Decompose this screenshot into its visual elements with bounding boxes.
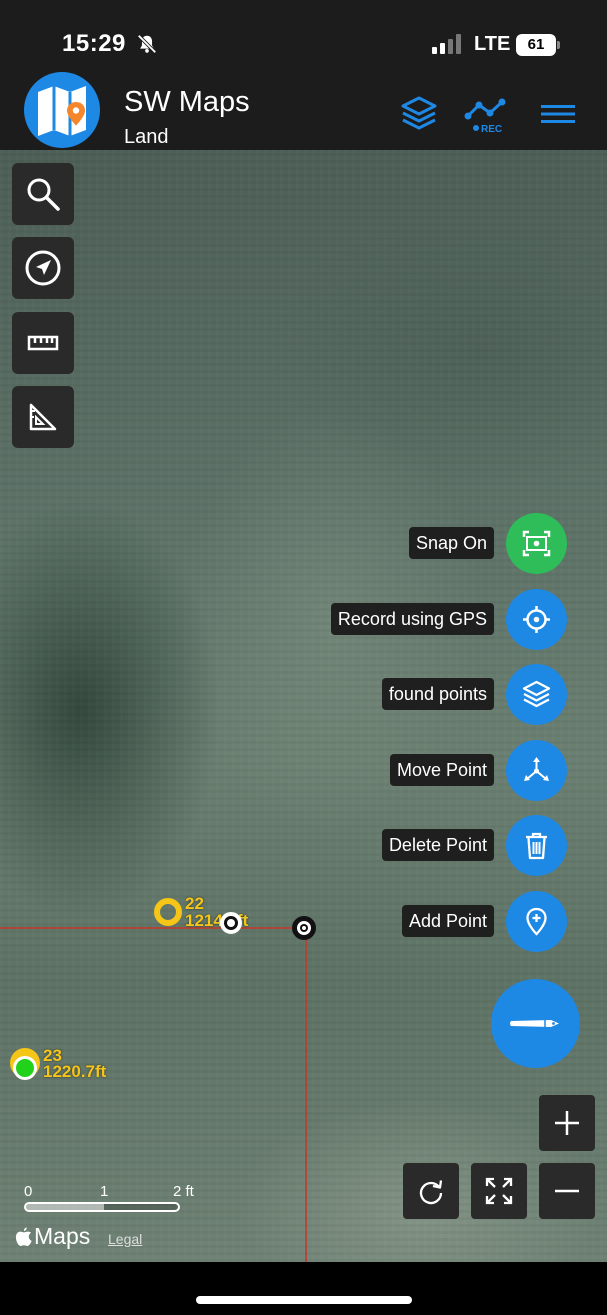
maps-brand-text: Maps — [34, 1223, 91, 1249]
battery-icon: 61 — [516, 34, 560, 56]
navigation-arrow-icon — [25, 250, 61, 286]
track-rec-icon: REC — [464, 98, 506, 135]
legal-link[interactable]: Legal — [108, 1231, 142, 1247]
crosshair-icon — [523, 606, 550, 633]
scale-tick: 0 — [24, 1183, 33, 1200]
scale-track — [24, 1202, 180, 1212]
gps-location-marker — [13, 1056, 37, 1080]
snap-label[interactable]: Snap On — [408, 527, 494, 559]
measure-area-button[interactable] — [12, 386, 74, 448]
vertex-marker[interactable] — [220, 912, 242, 934]
apple-maps-attribution: Maps — [15, 1223, 90, 1250]
delete-point-button[interactable] — [506, 815, 567, 876]
app-title: SW Maps — [124, 86, 250, 118]
menu-button[interactable] — [541, 94, 577, 134]
zoom-in-button[interactable] — [539, 1095, 595, 1151]
move-point-label[interactable]: Move Point — [389, 754, 494, 786]
status-bar: 15:29 LTE 61 — [0, 0, 607, 70]
battery-level: 61 — [516, 34, 556, 56]
signal-strength-icon — [432, 34, 461, 54]
measure-distance-button[interactable] — [12, 312, 74, 374]
home-bar — [0, 1262, 607, 1315]
map-point-23-elevation: 1220.7ft — [43, 1062, 107, 1081]
silent-bell-icon — [137, 34, 157, 54]
vertex-marker[interactable] — [292, 916, 316, 940]
found-points-layer-button[interactable] — [506, 664, 567, 725]
delete-point-label[interactable]: Delete Point — [381, 829, 494, 861]
move-point-button[interactable] — [506, 740, 567, 801]
zoom-out-button[interactable] — [539, 1163, 595, 1219]
map-view[interactable]: Snap On Record using GPS found points Mo… — [0, 150, 607, 1262]
layers-button[interactable] — [399, 94, 439, 134]
add-point-label[interactable]: Add Point — [401, 905, 494, 937]
found-points-label[interactable]: found points — [381, 678, 494, 710]
rotate-icon — [419, 1180, 443, 1205]
minus-icon — [555, 1189, 579, 1193]
pencil-icon — [510, 1020, 559, 1027]
trash-icon — [526, 832, 547, 860]
rotate-button[interactable] — [403, 1163, 459, 1219]
plus-icon — [555, 1111, 579, 1135]
parcel-boundary — [305, 927, 307, 1262]
snap-button[interactable] — [506, 513, 567, 574]
set-square-icon — [29, 403, 57, 431]
rec-badge: REC — [481, 124, 502, 134]
map-point-22-name: 22 — [185, 894, 204, 913]
project-name: Land — [124, 126, 169, 148]
battery-cap — [557, 41, 560, 49]
map-scale-bar: 0 1 2 ft — [24, 1183, 204, 1219]
move-icon — [524, 757, 549, 781]
ruler-icon — [27, 335, 59, 351]
add-location-icon — [526, 907, 547, 936]
track-record-button[interactable]: REC — [464, 94, 512, 135]
fullscreen-icon — [485, 1177, 513, 1205]
search-button[interactable] — [12, 163, 74, 225]
app-bar: SW Maps Land REC — [0, 70, 607, 150]
app-logo — [24, 72, 100, 148]
map-pin-logo — [38, 86, 86, 136]
fullscreen-button[interactable] — [471, 1163, 527, 1219]
home-indicator[interactable] — [196, 1296, 412, 1304]
search-icon — [27, 178, 60, 211]
add-point-button[interactable] — [506, 891, 567, 952]
parcel-boundary — [0, 927, 306, 929]
layers-icon — [401, 96, 437, 130]
hamburger-menu-icon — [541, 105, 575, 123]
record-gps-button[interactable] — [506, 589, 567, 650]
edit-fab-button[interactable] — [491, 979, 580, 1068]
network-type: LTE — [474, 33, 511, 55]
map-point-22-marker[interactable] — [154, 898, 182, 926]
apple-logo-icon — [15, 1227, 32, 1246]
status-time: 15:29 — [62, 30, 126, 57]
record-gps-label[interactable]: Record using GPS — [330, 603, 494, 635]
scale-tick: 1 — [100, 1183, 109, 1200]
scale-tick: 2 ft — [173, 1183, 194, 1200]
navigate-button[interactable] — [12, 237, 74, 299]
scale-fill — [26, 1204, 104, 1210]
layers-icon — [522, 680, 551, 708]
snap-icon — [522, 530, 551, 557]
